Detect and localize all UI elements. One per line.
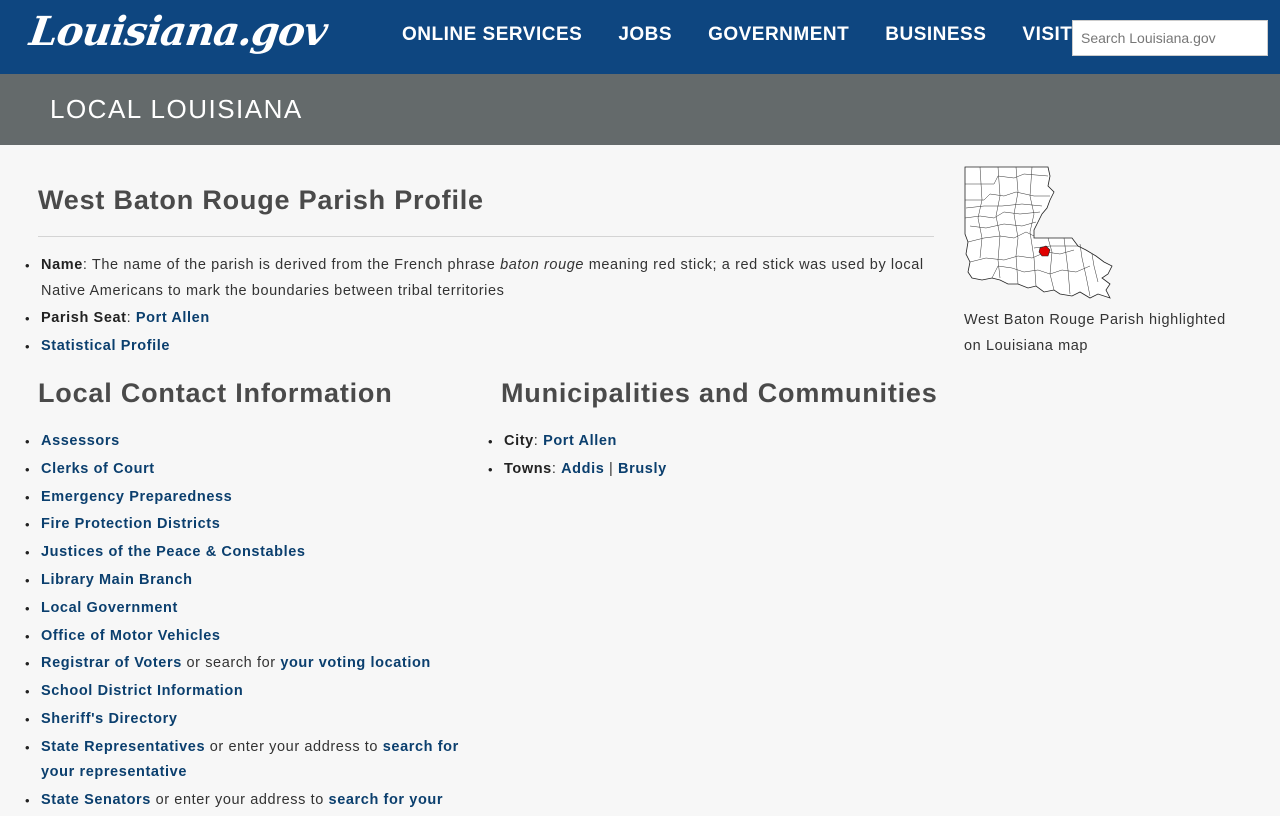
motor-vehicles-link[interactable]: Office of Motor Vehicles [41, 628, 221, 644]
reps-mid: or enter your address to [205, 738, 383, 755]
map-aside: West Baton Rouge Parish highlighted on L… [964, 166, 1254, 359]
list-item: Local Government [25, 596, 461, 622]
profile-list: Name: The name of the parish is derived … [25, 253, 934, 360]
list-item: Clerks of Court [25, 457, 461, 483]
list-item: Sheriff's Directory [25, 707, 461, 733]
list-item: Office of Motor Vehicles [25, 624, 461, 650]
nav-jobs[interactable]: JOBS [618, 24, 672, 46]
city-label: City [504, 433, 534, 449]
emergency-link[interactable]: Emergency Preparedness [41, 489, 232, 505]
clerks-link[interactable]: Clerks of Court [41, 461, 155, 477]
name-label: Name [41, 257, 83, 273]
name-text: : The name of the parish is derived from… [82, 257, 501, 273]
school-district-link[interactable]: School District Information [41, 683, 243, 699]
voting-location-link[interactable]: your voting location [280, 655, 431, 671]
parish-seat-link[interactable]: Port Allen [136, 310, 210, 326]
map-caption: West Baton Rouge Parish highlighted on L… [964, 312, 1226, 354]
nav-business[interactable]: BUSINESS [885, 24, 986, 46]
justices-link[interactable]: Justices of the Peace & Constables [41, 544, 306, 560]
senators-mid: or enter your address to [150, 792, 329, 809]
title-divider [38, 236, 934, 237]
list-item: Fire Protection Districts [25, 512, 461, 538]
search-input[interactable] [1072, 20, 1268, 56]
list-item: School District Information [25, 679, 461, 705]
town-link-addis[interactable]: Addis [561, 461, 604, 477]
contact-list: Assessors Clerks of Court Emergency Prep… [25, 429, 461, 816]
town-separator: | [604, 460, 619, 477]
list-item: Assessors [25, 429, 461, 455]
registrar-link[interactable]: Registrar of Voters [41, 655, 182, 671]
site-header: Louisiana.gov ONLINE SERVICES JOBS GOVER… [0, 0, 1280, 74]
local-government-link[interactable]: Local Government [41, 600, 178, 616]
library-link[interactable]: Library Main Branch [41, 572, 193, 588]
list-item: Towns: Addis | Brusly [488, 457, 924, 483]
list-item: State Senators or enter your address to … [25, 788, 461, 814]
section-banner: LOCAL LOUISIANA [0, 74, 1280, 145]
nav-visit[interactable]: VISIT [1022, 24, 1072, 46]
state-senators-link[interactable]: State Senators [41, 792, 151, 808]
search-senator-link[interactable]: search for your [329, 792, 444, 808]
logo-text: Louisiana.gov [26, 8, 330, 55]
list-item: Statistical Profile [25, 334, 934, 360]
list-item: Registrar of Voters or search for your v… [25, 651, 461, 677]
list-item: Name: The name of the parish is derived … [25, 253, 934, 304]
assessors-link[interactable]: Assessors [41, 433, 120, 449]
page-title: West Baton Rouge Parish Profile [38, 185, 484, 215]
state-reps-link[interactable]: State Representatives [41, 739, 205, 755]
fire-protection-link[interactable]: Fire Protection Districts [41, 516, 220, 532]
seat-label: Parish Seat [41, 310, 127, 326]
sheriff-link[interactable]: Sheriff's Directory [41, 711, 178, 727]
contact-heading: Local Contact Information [38, 378, 393, 408]
louisiana-map [964, 166, 1113, 299]
seat-sep: : [126, 310, 136, 326]
list-item: Justices of the Peace & Constables [25, 540, 461, 566]
list-item: City: Port Allen [488, 429, 924, 455]
town-link-brusly[interactable]: Brusly [618, 461, 667, 477]
towns-label: Towns [504, 460, 552, 477]
municipalities-heading: Municipalities and Communities [501, 378, 938, 408]
louisiana-gov-logo[interactable]: Louisiana.gov [27, 6, 330, 66]
nav-online-services[interactable]: ONLINE SERVICES [402, 24, 582, 46]
main-nav: ONLINE SERVICES JOBS GOVERNMENT BUSINESS… [402, 24, 1108, 46]
banner-title: LOCAL LOUISIANA [50, 94, 303, 124]
name-italic: baton rouge [500, 257, 585, 273]
list-item: Parish Seat: Port Allen [25, 306, 934, 332]
city-link[interactable]: Port Allen [543, 433, 617, 449]
list-item: Library Main Branch [25, 568, 461, 594]
nav-government[interactable]: GOVERNMENT [708, 24, 849, 46]
list-item: Emergency Preparedness [25, 485, 461, 511]
registrar-mid: or search for [181, 655, 281, 672]
municipalities-list: City: Port Allen Towns: Addis | Brusly [488, 429, 924, 485]
list-item: State Representatives or enter your addr… [25, 735, 461, 786]
statistical-profile-link[interactable]: Statistical Profile [41, 338, 170, 354]
